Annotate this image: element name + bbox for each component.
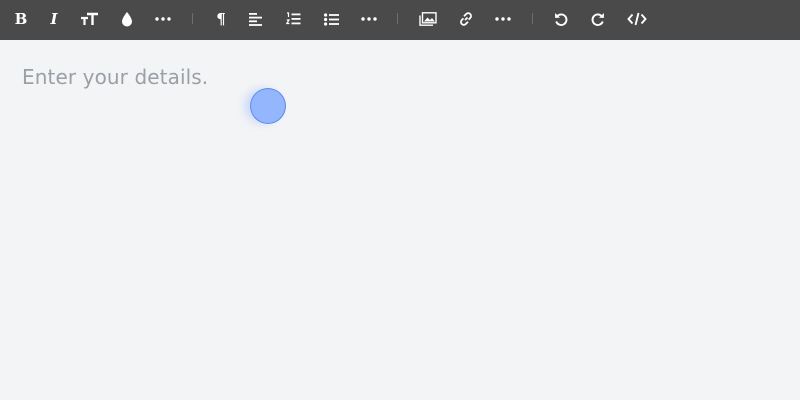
italic-button[interactable]: I [40,4,68,34]
rich-text-editor: B I ¶ Enter your details. [0,0,800,400]
editor-placeholder: Enter your details. [22,65,209,89]
more-icon [361,17,377,21]
editor-content-area[interactable]: Enter your details. [0,40,800,400]
more-icon [155,17,171,21]
bold-button[interactable]: B [7,4,35,34]
insert-image-icon [419,12,437,26]
ordered-list-icon [285,12,300,25]
ordered-list-button[interactable] [279,4,307,34]
more-insert-button[interactable] [489,4,517,34]
insert-image-button[interactable] [414,4,442,34]
toolbar-separator [532,13,533,24]
redo-icon [591,13,604,26]
toolbar-separator [397,13,398,24]
code-view-button[interactable] [623,4,651,34]
touch-cursor-icon [250,88,286,124]
bold-icon: B [14,9,28,28]
italic-icon: I [50,9,58,28]
insert-link-button[interactable] [452,4,480,34]
more-text-button[interactable] [149,4,177,34]
font-size-icon [81,12,98,25]
more-paragraph-button[interactable] [355,4,383,34]
undo-icon [555,13,568,26]
insert-link-icon [460,12,472,26]
more-icon [495,17,511,21]
text-color-button[interactable] [113,4,141,34]
toolbar-separator [192,13,193,24]
code-view-icon [627,12,647,26]
redo-button[interactable] [584,4,612,34]
paragraph-icon: ¶ [216,9,226,28]
font-size-button[interactable] [76,4,104,34]
text-color-icon [122,12,132,27]
undo-button[interactable] [547,4,575,34]
editor-toolbar: B I ¶ [0,0,800,40]
paragraph-format-button[interactable]: ¶ [207,4,235,34]
unordered-list-button[interactable] [317,4,345,34]
unordered-list-icon [323,12,339,26]
align-button[interactable] [242,4,270,34]
align-left-icon [249,12,262,26]
